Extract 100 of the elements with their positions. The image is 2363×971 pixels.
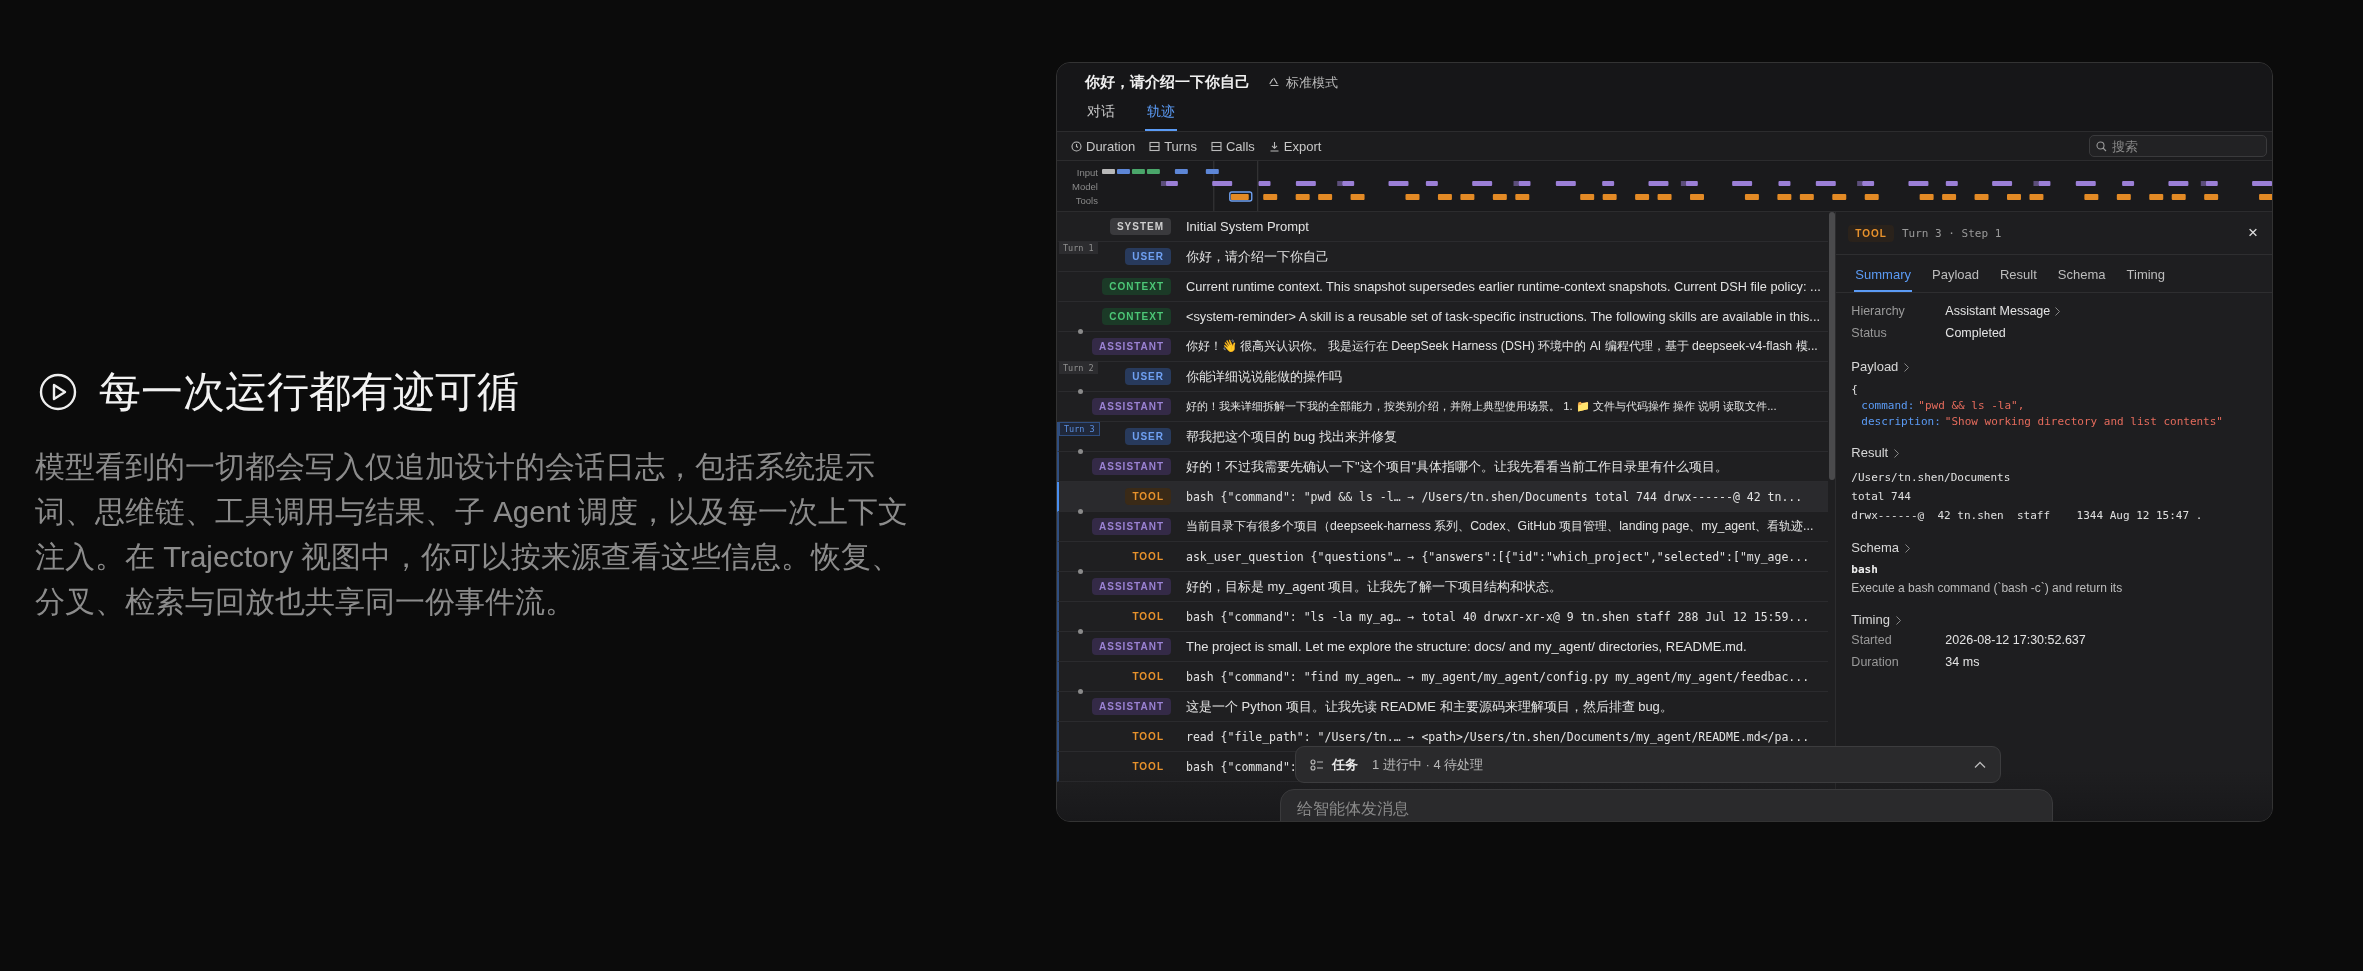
chevron-right-icon bbox=[1904, 362, 1910, 372]
timeline-dot bbox=[1078, 509, 1083, 514]
search-icon bbox=[2096, 140, 2107, 152]
event-row[interactable]: ASSISTANT 好的！我来详细拆解一下我的全部能力，按类别介绍，并附上典型使用场景。 1. 📁 文件与代码操作 操作 说明 读取文件... bbox=[1057, 392, 1829, 422]
close-button[interactable]: × bbox=[2248, 223, 2258, 243]
event-type-label: USER bbox=[1125, 428, 1171, 445]
event-row[interactable]: ASSISTANT 你好！👋 很高兴认识你。 我是运行在 DeepSeek Harness (DSH) 环境中的 AI 编程代理，基于 deepseek-v4-flash 模... bbox=[1057, 332, 1829, 362]
timeline-dot bbox=[1078, 689, 1083, 694]
event-text: 好的！不过我需要先确认一下"这个项目"具体指哪个。让我先看看当前工作目录里有什么项目。 bbox=[1186, 457, 1729, 476]
detail-tab[interactable]: Payload bbox=[1931, 255, 1980, 292]
event-row[interactable]: SYSTEM Initial System Prompt bbox=[1057, 212, 1829, 242]
turn-label: Turn 1 bbox=[1059, 242, 1098, 254]
mode-label: 标准模式 bbox=[1268, 73, 1338, 92]
field-value: 2026-08-12 17:30:52.637 bbox=[1945, 632, 2086, 649]
toolbar-button[interactable]: Turns bbox=[1149, 138, 1197, 154]
event-text: Initial System Prompt bbox=[1186, 219, 1309, 234]
event-text: ask_user_question {"questions"… → {"answers":[{"id":"which_project","selected":["my_age... bbox=[1186, 549, 1810, 564]
event-row[interactable]: TOOL bash {"command": "ls -la my_ag… → total 40 drwxr-xr-x@ 9 tn.shen staff 288 Jul 12 15:59... bbox=[1057, 602, 1829, 632]
event-row[interactable]: TOOL ask_user_question {"questions"… → {"answers":[{"id":"which_project","selected":["my_age... bbox=[1057, 542, 1829, 572]
event-row[interactable]: ASSISTANT 当前目录下有很多个项目（deepseek-harness 系列、Codex、GitHub 项目管理、landing page、my_agent、看轨迹... bbox=[1057, 512, 1829, 542]
event-text: Current runtime context. This snapshot supersedes earlier runtime-context snapshots. Current DSH file policy: ... bbox=[1186, 279, 1821, 294]
collapse-button[interactable] bbox=[1974, 760, 1986, 769]
json-key: command: bbox=[1861, 398, 1915, 414]
timeline-dot bbox=[1078, 629, 1083, 634]
conversation-title: 你好，请介绍一下你自己 bbox=[1085, 73, 1250, 92]
event-text: 你能详细说说能做的操作吗 bbox=[1186, 367, 1342, 386]
field-label: Status bbox=[1851, 325, 1888, 342]
event-type-label: CONTEXT bbox=[1102, 308, 1171, 325]
chevron-right-icon bbox=[1895, 615, 1901, 625]
clock-icon bbox=[1071, 140, 1082, 152]
checklist-icon bbox=[1310, 758, 1324, 771]
toolbar-button[interactable]: Calls bbox=[1210, 138, 1255, 154]
task-title: 任务 bbox=[1332, 755, 1358, 774]
event-row[interactable]: TOOL bash {"command": "find my_agen… → my_agent/my_agent/config.py my_agent/my_agent/feedbac... bbox=[1057, 662, 1829, 692]
result-line: total 744 bbox=[1851, 489, 1912, 505]
json-value: "pwd && ls -la", bbox=[1918, 398, 2025, 414]
event-row[interactable]: Turn 1 USER 你好，请介绍一下你自己 bbox=[1057, 242, 1829, 272]
toolbar-button[interactable]: Duration bbox=[1071, 138, 1136, 154]
event-type-label: ASSISTANT bbox=[1092, 458, 1171, 475]
turn-label: Turn 2 bbox=[1059, 362, 1098, 374]
detail-tab[interactable]: Timing bbox=[2125, 255, 2167, 292]
section-header[interactable]: Schema bbox=[1851, 539, 2257, 557]
json-value: "Show working directory and list contents" bbox=[1944, 414, 2223, 430]
event-type-label: SYSTEM bbox=[1109, 218, 1171, 235]
json-key: description: bbox=[1861, 414, 1941, 430]
detail-tab[interactable]: Schema bbox=[2056, 255, 2107, 292]
event-row[interactable]: Turn 2 USER 你能详细说说能做的操作吗 bbox=[1057, 362, 1829, 392]
tasks-popover[interactable]: 任务 1 进行中 · 4 待处理 bbox=[1295, 746, 2001, 783]
message-field[interactable]: 给智能体发消息 bbox=[1280, 789, 2053, 821]
event-row[interactable]: ASSISTANT 这是一个 Python 项目。让我先读 README 和主要源码来理解项目，然后排查 bug。 bbox=[1057, 692, 1829, 722]
event-type-label: ASSISTANT bbox=[1092, 578, 1171, 595]
view-tab[interactable]: 对话 bbox=[1085, 101, 1117, 131]
event-row[interactable]: TOOL bash {"command": "pwd && ls -l… → /Users/tn.shen/Documents total 744 drwx------@ 42 tn... bbox=[1057, 482, 1829, 512]
event-text: 你好！👋 很高兴认识你。 我是运行在 DeepSeek Harness (DSH) 环境中的 AI 编程代理，基于 deepseek-v4-flash 模... bbox=[1186, 338, 1818, 355]
field-value: 34 ms bbox=[1945, 654, 1980, 671]
chevron-right-icon bbox=[1905, 543, 1911, 553]
section-header[interactable]: Payload bbox=[1851, 358, 2257, 376]
event-type-label: TOOL bbox=[1131, 730, 1165, 744]
detail-tab[interactable]: Result bbox=[1998, 255, 2038, 292]
field-label: Hierarchy bbox=[1851, 303, 1906, 320]
event-row[interactable]: ASSISTANT 好的，目标是 my_agent 项目。让我先了解一下项目结构和状态。 bbox=[1057, 572, 1829, 602]
field-label: Started bbox=[1851, 632, 1893, 649]
event-type-label: ASSISTANT bbox=[1092, 518, 1171, 535]
event-text: bash {"command": bbox=[1186, 759, 1297, 774]
timeline-dot bbox=[1078, 329, 1083, 334]
event-text: 好的，目标是 my_agent 项目。让我先了解一下项目结构和状态。 bbox=[1186, 577, 1563, 596]
event-row[interactable]: CONTEXT Current runtime context. This snapshot supersedes earlier runtime-context snapshots. Current DSH file policy: ... bbox=[1057, 272, 1829, 302]
event-row[interactable]: CONTEXT <system-reminder> A skill is a reusable set of task-specific instructions. The following skills are available in this... bbox=[1057, 302, 1829, 332]
event-text: 你好，请介绍一下你自己 bbox=[1186, 247, 1329, 266]
timeline-dot bbox=[1078, 449, 1083, 454]
event-row[interactable]: Turn 3 USER 帮我把这个项目的 bug 找出来并修复 bbox=[1057, 422, 1829, 452]
event-type-label: USER bbox=[1125, 368, 1171, 385]
detail-tab[interactable]: Summary bbox=[1854, 255, 1912, 292]
event-type-label: USER bbox=[1125, 248, 1171, 265]
hierarchy-link[interactable]: Assistant Message bbox=[1945, 300, 2061, 322]
list-icon bbox=[1210, 140, 1222, 152]
timeline-dot bbox=[1078, 569, 1083, 574]
chevron-right-icon bbox=[2055, 306, 2061, 316]
event-text: The project is small. Let me explore the structure: docs/ and my_agent/ directories, README.md. bbox=[1186, 639, 1747, 654]
section-header[interactable]: Timing bbox=[1851, 611, 2257, 629]
event-row[interactable]: ASSISTANT The project is small. Let me explore the structure: docs/ and my_agent/ directories, README.md. bbox=[1057, 632, 1829, 662]
list-icon bbox=[1149, 140, 1161, 152]
search-field[interactable]: 搜索 bbox=[2089, 135, 2267, 157]
section-description: 模型看到的一切都会写入仅追加设计的会话日志，包括系统提示词、思维链、工具调用与结果、子 Agent 调度，以及每一次上下文注入。在 Trajectory 视图中，你可以按来源查看这些信息。恢复、分叉、检索与回放也共享同一份事件流。 bbox=[35, 449, 910, 620]
event-type-label: TOOL bbox=[1131, 670, 1165, 684]
json-brace: { bbox=[1851, 382, 1859, 398]
event-type-label: TOOL bbox=[1131, 610, 1165, 624]
event-text: bash {"command": "pwd && ls -l… → /Users/tn.shen/Documents total 744 drwx------@ 42 tn... bbox=[1186, 489, 1803, 504]
task-status: 1 进行中 · 4 待处理 bbox=[1372, 755, 1484, 774]
field-value: Completed bbox=[1945, 325, 2006, 342]
event-text: bash {"command": "ls -la my_ag… → total 40 drwxr-xr-x@ 9 tn.shen staff 288 Jul 12 15:59... bbox=[1186, 609, 1810, 624]
lane-label: Input bbox=[1076, 165, 1098, 179]
event-type-label: ASSISTANT bbox=[1092, 398, 1171, 415]
schema-name: bash bbox=[1851, 563, 1879, 576]
event-type-label: TOOL bbox=[1131, 550, 1165, 564]
lane-label: Model bbox=[1072, 179, 1098, 193]
toolbar-button[interactable]: Export bbox=[1268, 138, 1322, 154]
turn-label: Turn 3 bbox=[1059, 422, 1100, 436]
section-header[interactable]: Result bbox=[1851, 444, 2257, 462]
event-text: 当前目录下有很多个项目（deepseek-harness 系列、Codex、GitHub 项目管理、landing page、my_agent、看轨迹... bbox=[1186, 518, 1814, 535]
